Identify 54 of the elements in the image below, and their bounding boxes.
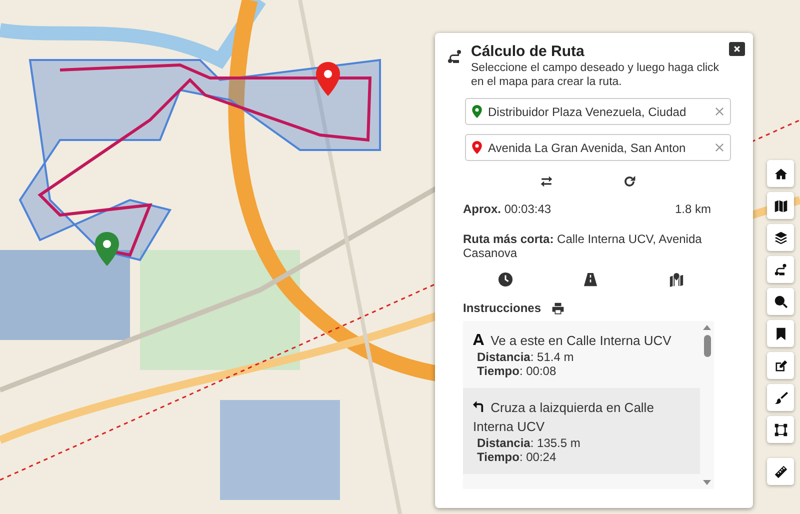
bookmark-tool-button[interactable] <box>767 320 794 347</box>
map-pin-icon[interactable] <box>668 272 684 287</box>
step-distance: Distancia: 51.4 m <box>477 350 575 364</box>
origin-field[interactable]: Distribuidor Plaza Venezuela, Ciudad <box>465 98 731 125</box>
print-icon[interactable] <box>551 302 566 314</box>
map-marker-icon[interactable] <box>95 232 119 266</box>
refresh-icon[interactable] <box>623 175 636 188</box>
instruction-item[interactable]: Ve a este en Calle Interna UCV Distancia: 51.4 m Tiempo: 00:08 <box>463 321 700 388</box>
step-time: Tiempo: 00:08 <box>477 364 558 378</box>
clear-icon[interactable] <box>715 107 724 116</box>
map-icon <box>774 198 788 212</box>
panel-instructions: Seleccione el campo deseado y luego haga click en el mapa para crear la ruta. <box>471 62 720 89</box>
distance-text: 1.8 km <box>674 202 711 216</box>
search-icon <box>774 294 788 308</box>
brush-tool-button[interactable] <box>767 384 794 411</box>
step-distance: Distancia: 135.5 m <box>477 436 582 450</box>
route-icon <box>447 49 463 65</box>
scroll-down-icon[interactable] <box>703 480 711 485</box>
polygon-tool-button[interactable] <box>767 416 794 443</box>
brush-icon <box>774 390 788 404</box>
route-summary: Ruta más corta: Calle Interna UCV, Avenida Casanova <box>463 232 703 260</box>
clock-icon[interactable] <box>498 272 514 287</box>
zoom-tool-button[interactable] <box>767 288 794 315</box>
instruction-text: Cruza a laizquierda en Calle Interna UCV <box>473 399 655 436</box>
close-icon <box>733 45 741 53</box>
route-tool-button[interactable] <box>767 256 794 283</box>
route-icon <box>774 262 788 276</box>
duration-text: Aprox. 00:03:43 <box>463 202 552 216</box>
edit-tool-button[interactable] <box>767 352 794 379</box>
location-pin-icon <box>472 105 482 118</box>
layers-tool-button[interactable] <box>767 224 794 251</box>
home-tool-button[interactable] <box>767 160 794 187</box>
location-pin-icon <box>472 141 482 154</box>
home-icon <box>774 166 788 180</box>
map-tool-button[interactable] <box>767 192 794 219</box>
start-icon <box>473 334 484 345</box>
destination-field[interactable]: Avenida La Gran Avenida, San Anton <box>465 134 731 161</box>
layers-icon <box>774 230 788 244</box>
step-time: Tiempo: 00:24 <box>477 450 558 464</box>
bookmark-icon <box>774 326 788 340</box>
ruler-tool-button[interactable] <box>767 458 794 485</box>
instructions-heading: Instrucciones <box>463 301 542 315</box>
instruction-item[interactable]: Cruza a laizquierda en Calle Interna UCV Distancia: 135.5 m Tiempo: 00:24 <box>463 388 700 474</box>
panel-title: Cálculo de Ruta <box>471 43 586 60</box>
road-icon[interactable] <box>583 272 598 287</box>
clear-icon[interactable] <box>715 143 724 152</box>
swap-icon[interactable] <box>540 175 553 188</box>
edit-icon <box>774 358 788 372</box>
instruction-text: Ve a este en Calle Interna UCV <box>473 331 692 350</box>
turn-left-icon <box>473 401 484 412</box>
map-marker-icon[interactable] <box>316 62 340 96</box>
ruler-icon <box>774 464 788 478</box>
scroll-up-icon[interactable] <box>703 325 711 330</box>
close-button[interactable] <box>729 42 745 56</box>
